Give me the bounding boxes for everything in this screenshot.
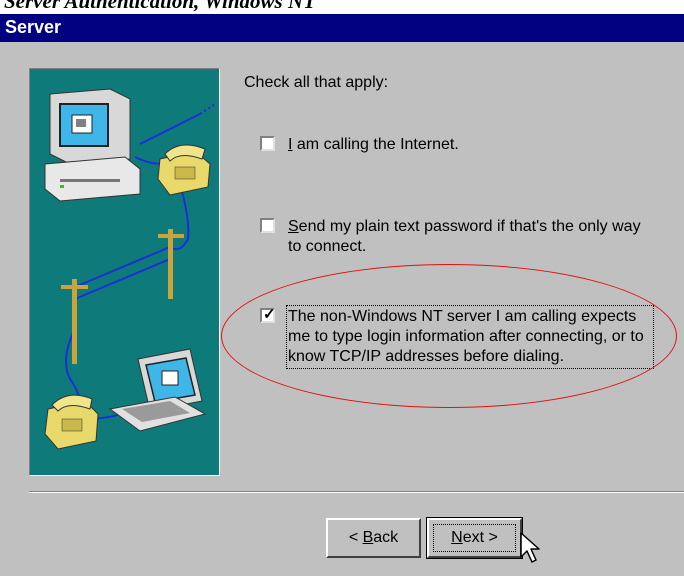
option-text: am calling the Internet. (292, 136, 459, 153)
option-text: The non-Windows NT server I am calling e… (288, 308, 644, 365)
mouse-pointer-icon (520, 532, 540, 563)
checkbox-calling-internet[interactable] (260, 136, 275, 151)
option-label[interactable]: Send my plain text password if that's th… (288, 217, 658, 257)
separator (29, 491, 684, 493)
back-button[interactable]: < Back (326, 518, 421, 558)
computer-icon (44, 88, 141, 202)
focus-rect (433, 524, 516, 552)
option-label[interactable]: The non-Windows NT server I am calling e… (286, 305, 654, 369)
laptop-icon (108, 348, 207, 432)
checkmark-icon: ✓ (263, 306, 276, 323)
next-button[interactable]: Next > (426, 517, 523, 559)
title-bar: Server (0, 14, 684, 42)
telephone-icon (157, 144, 211, 196)
checkbox-non-nt-server[interactable]: ✓ (260, 306, 276, 323)
instruction-text: Check all that apply: (244, 74, 389, 91)
window-title: Server (5, 17, 62, 37)
top-caption: Server Authentication, Windows NT (4, 0, 316, 13)
back-arrow: < (348, 529, 363, 546)
connection-illustration-art (44, 88, 216, 450)
telephone-icon (44, 394, 99, 450)
mnemonic: B (362, 529, 374, 546)
mnemonic: S (288, 218, 299, 235)
connection-illustration (29, 68, 220, 476)
top-caption-strip: Server Authentication, Windows NT (0, 0, 684, 14)
wizard-dialog: Check all that apply: I am calling the I… (0, 42, 684, 576)
checkbox-plain-text-password[interactable] (260, 218, 275, 233)
back-label: ack (373, 529, 399, 546)
option-text: end my plain text password if that's the… (288, 218, 641, 255)
option-label[interactable]: I am calling the Internet. (288, 135, 658, 155)
